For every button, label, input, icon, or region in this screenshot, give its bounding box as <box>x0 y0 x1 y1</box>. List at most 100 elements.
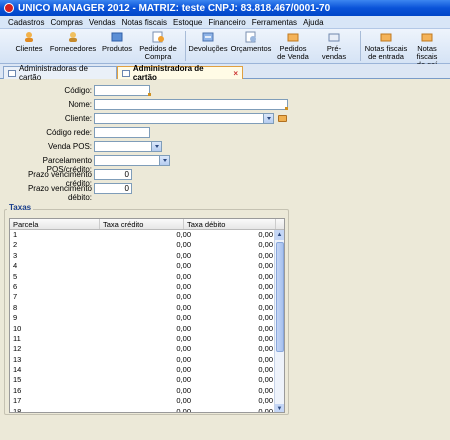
menu-notas-fiscais[interactable]: Notas fiscais <box>122 18 167 27</box>
taxa-debito-cell[interactable]: 0,00 <box>194 344 276 354</box>
scroll-down-icon[interactable]: ▼ <box>275 404 284 412</box>
table-row[interactable]: 7 0,00 0,00 <box>10 292 276 302</box>
taxa-credito-cell[interactable]: 0,00 <box>100 230 194 240</box>
clientes-label: Clientes <box>15 44 43 53</box>
orcamentos-button[interactable]: Orçamentos <box>231 31 271 53</box>
parcela-cell: 5 <box>13 271 18 281</box>
codigo-rede-input[interactable] <box>94 127 150 138</box>
taxa-credito-cell[interactable]: 0,00 <box>100 365 194 375</box>
table-row[interactable]: 8 0,00 0,00 <box>10 303 276 313</box>
taxa-credito-cell[interactable]: 0,00 <box>100 292 194 302</box>
close-icon[interactable]: × <box>233 69 238 78</box>
taxa-debito-cell[interactable]: 0,00 <box>194 334 276 344</box>
table-row[interactable]: 14 0,00 0,00 <box>10 365 276 375</box>
taxa-credito-cell[interactable]: 0,00 <box>100 344 194 354</box>
taxa-debito-cell[interactable]: 0,00 <box>194 292 276 302</box>
codigo-input[interactable] <box>94 85 150 96</box>
tab-administradora[interactable]: Administradora de cartão × <box>117 64 243 82</box>
taxa-debito-cell[interactable]: 0,00 <box>194 230 276 240</box>
purchase-order-icon <box>151 31 165 43</box>
taxa-credito-cell[interactable]: 0,00 <box>100 324 194 334</box>
taxa-credito-cell[interactable]: 0,00 <box>100 240 194 250</box>
table-row[interactable]: 6 0,00 0,00 <box>10 282 276 292</box>
tab-administradoras[interactable]: Administradoras de cartão <box>3 64 117 82</box>
taxa-debito-cell[interactable]: 0,00 <box>194 355 276 365</box>
chevron-down-icon[interactable] <box>263 114 273 123</box>
column-header-taxa-debito[interactable]: Taxa débito <box>184 219 276 229</box>
taxa-credito-cell[interactable]: 0,00 <box>100 272 194 282</box>
venda-pos-combo[interactable] <box>94 141 162 152</box>
taxas-grid[interactable]: Parcela Taxa crédito Taxa débito 1 0,00 0,… <box>9 218 285 413</box>
prazo-credito-input[interactable]: 0 <box>94 169 132 180</box>
menu-ajuda[interactable]: Ajuda <box>303 18 323 27</box>
vertical-scrollbar[interactable]: ▲ ▼ <box>274 230 284 412</box>
taxa-debito-cell[interactable]: 0,00 <box>194 303 276 313</box>
table-row[interactable]: 2 0,00 0,00 <box>10 240 276 250</box>
nome-input[interactable] <box>94 99 288 110</box>
taxa-debito-cell[interactable]: 0,00 <box>194 365 276 375</box>
table-row[interactable]: 15 0,00 0,00 <box>10 375 276 385</box>
taxa-debito-cell[interactable]: 0,00 <box>194 375 276 385</box>
menu-ferramentas[interactable]: Ferramentas <box>252 18 297 27</box>
devolucoes-button[interactable]: Devoluções <box>188 31 228 53</box>
taxa-debito-cell[interactable]: 0,00 <box>194 324 276 334</box>
notas-entrada-button[interactable]: Notas fiscais de entrada <box>364 31 408 61</box>
cliente-combo[interactable] <box>94 113 274 124</box>
supplier-icon <box>66 31 80 43</box>
produtos-button[interactable]: Produtos <box>100 31 134 53</box>
taxa-credito-cell[interactable]: 0,00 <box>100 261 194 271</box>
pedidos-venda-button[interactable]: Pedidos de Venda <box>275 31 311 61</box>
taxa-debito-cell[interactable]: 0,00 <box>194 282 276 292</box>
column-header-taxa-credito[interactable]: Taxa crédito <box>100 219 184 229</box>
table-row[interactable]: 12 0,00 0,00 <box>10 344 276 354</box>
taxa-debito-cell[interactable]: 0,00 <box>194 313 276 323</box>
menu-estoque[interactable]: Estoque <box>173 18 202 27</box>
table-row[interactable]: 13 0,00 0,00 <box>10 355 276 365</box>
taxa-credito-cell[interactable]: 0,00 <box>100 396 194 406</box>
table-row[interactable]: 16 0,00 0,00 <box>10 386 276 396</box>
table-row[interactable]: 4 0,00 0,00 <box>10 261 276 271</box>
taxa-credito-cell[interactable]: 0,00 <box>100 355 194 365</box>
chevron-down-icon[interactable] <box>159 156 169 165</box>
nome-label: Nome: <box>68 100 92 109</box>
taxa-debito-cell[interactable]: 0,00 <box>194 251 276 261</box>
taxa-credito-cell[interactable]: 0,00 <box>100 282 194 292</box>
taxa-debito-cell[interactable]: 0,00 <box>194 386 276 396</box>
menu-financeiro[interactable]: Financeiro <box>208 18 245 27</box>
table-row[interactable]: 17 0,00 0,00 <box>10 396 276 406</box>
taxa-debito-cell[interactable]: 0,00 <box>194 407 276 412</box>
pedidos-compra-button[interactable]: Pedidos de Compra <box>138 31 178 61</box>
taxa-debito-cell[interactable]: 0,00 <box>194 396 276 406</box>
taxa-debito-cell[interactable]: 0,00 <box>194 261 276 271</box>
taxa-debito-cell[interactable]: 0,00 <box>194 240 276 250</box>
chevron-down-icon[interactable] <box>151 142 161 151</box>
taxa-debito-cell[interactable]: 0,00 <box>194 272 276 282</box>
column-header-parcela[interactable]: Parcela <box>10 219 100 229</box>
lookup-icon[interactable] <box>278 115 287 122</box>
required-mark <box>148 93 151 96</box>
taxa-credito-cell[interactable]: 0,00 <box>100 251 194 261</box>
taxa-credito-cell[interactable]: 0,00 <box>100 334 194 344</box>
taxa-credito-cell[interactable]: 0,00 <box>100 407 194 412</box>
table-row[interactable]: 18 0,00 0,00 <box>10 407 276 412</box>
taxa-credito-cell[interactable]: 0,00 <box>100 303 194 313</box>
taxa-credito-cell[interactable]: 0,00 <box>100 375 194 385</box>
table-row[interactable]: 3 0,00 0,00 <box>10 251 276 261</box>
table-row[interactable]: 1 0,00 0,00 <box>10 230 276 240</box>
scrollbar-thumb[interactable] <box>276 242 284 352</box>
pre-vendas-button[interactable]: Pré-vendas <box>315 31 353 61</box>
prazo-debito-input[interactable]: 0 <box>94 183 132 194</box>
table-row[interactable]: 5 0,00 0,00 <box>10 272 276 282</box>
menu-vendas[interactable]: Vendas <box>89 18 116 27</box>
table-row[interactable]: 10 0,00 0,00 <box>10 324 276 334</box>
table-row[interactable]: 9 0,00 0,00 <box>10 313 276 323</box>
table-row[interactable]: 11 0,00 0,00 <box>10 334 276 344</box>
menu-compras[interactable]: Compras <box>50 18 82 27</box>
taxa-credito-cell[interactable]: 0,00 <box>100 313 194 323</box>
taxa-credito-cell[interactable]: 0,00 <box>100 386 194 396</box>
menu-cadastros[interactable]: Cadastros <box>8 18 44 27</box>
fornecedores-button[interactable]: Fornecedores <box>50 31 96 53</box>
parcelamento-combo[interactable] <box>94 155 170 166</box>
scroll-up-icon[interactable]: ▲ <box>275 230 284 240</box>
clientes-button[interactable]: Clientes <box>12 31 46 53</box>
